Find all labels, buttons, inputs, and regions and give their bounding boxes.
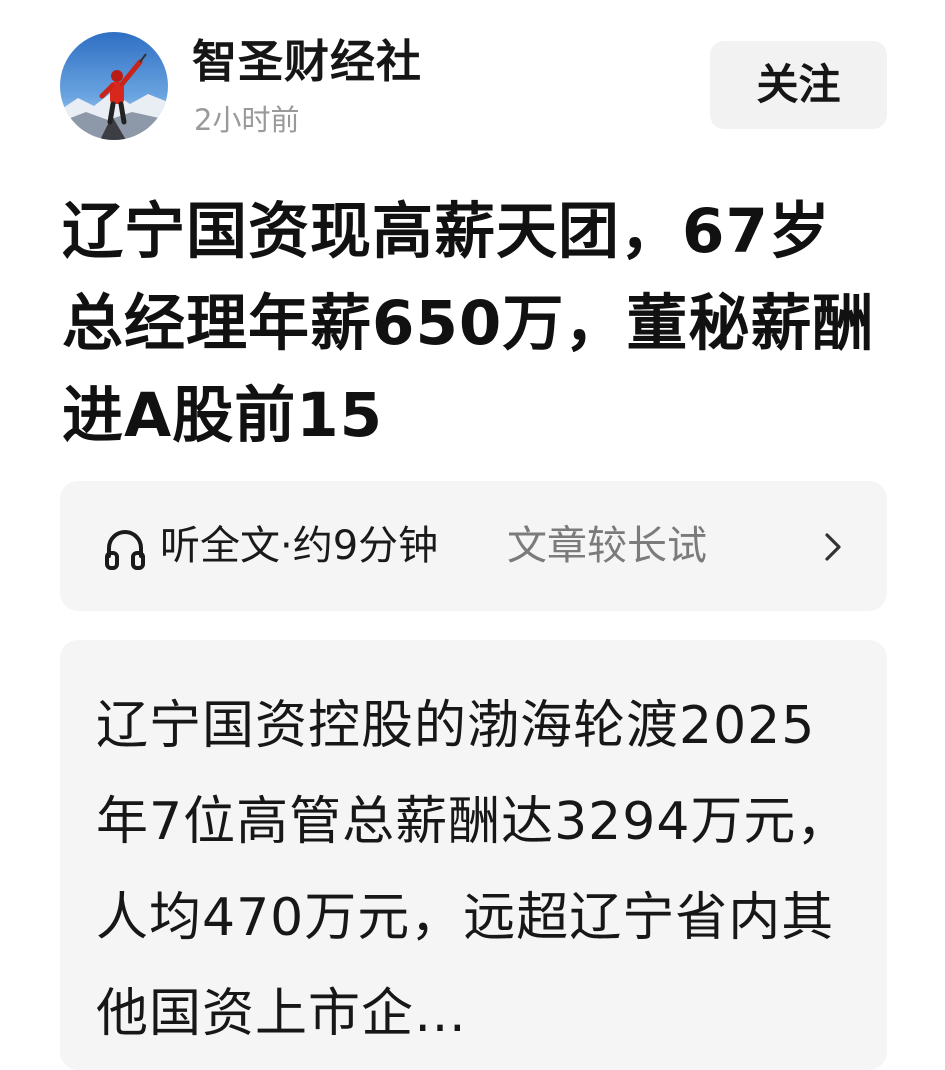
- preview-fade: [727, 517, 797, 575]
- author-name[interactable]: 智圣财经社: [192, 32, 422, 92]
- listen-preview-container: 文章较长试: [507, 517, 797, 575]
- post-time: 2小时前: [194, 103, 300, 137]
- summary-card[interactable]: 辽宁国资控股的渤海轮渡2025年7位高管总薪酬达3294万元，人均470万元，远…: [60, 640, 887, 1070]
- listen-full-text-bar[interactable]: 听全文·约9分钟 文章较长试: [60, 481, 887, 611]
- post-header: 智圣财经社 2小时前 关注: [60, 30, 887, 140]
- summary-text: 辽宁国资控股的渤海轮渡2025年7位高管总薪酬达3294万元，人均470万元，远…: [96, 696, 850, 1044]
- avatar-mountain-climber-icon: [60, 32, 168, 140]
- article-title: 辽宁国资现高薪天团，67岁总经理年薪650万，董秘薪酬进A股前15: [62, 196, 875, 451]
- author-avatar[interactable]: [60, 32, 168, 140]
- chevron-right-icon: [825, 533, 841, 561]
- follow-button[interactable]: 关注: [710, 41, 887, 129]
- listen-label: 听全文·约9分钟: [160, 523, 439, 569]
- headphones-icon: [105, 530, 145, 570]
